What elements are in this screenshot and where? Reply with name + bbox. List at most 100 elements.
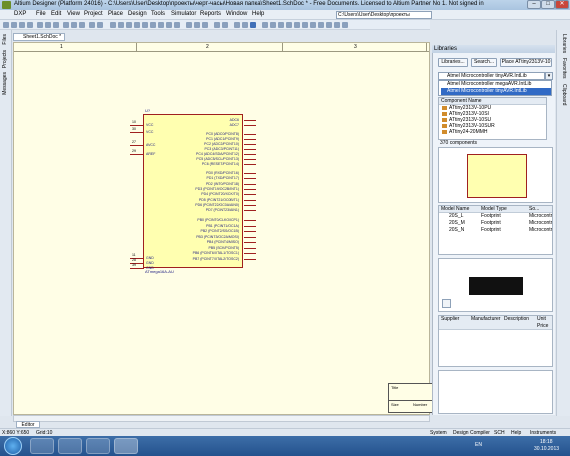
pin-line[interactable] bbox=[244, 194, 256, 196]
dropdown-item-tinyavr[interactable]: Atmel Microcontroller tinyAVR.IntLib bbox=[441, 88, 551, 95]
tab-files[interactable]: Files bbox=[2, 34, 8, 45]
chevron-down-icon[interactable]: ▾ bbox=[545, 72, 553, 80]
bus-entry-icon[interactable] bbox=[278, 22, 284, 28]
col-supplier[interactable]: Supplier bbox=[439, 316, 469, 329]
part-icon[interactable] bbox=[150, 22, 156, 28]
library-select[interactable]: Atmel Microcontroller tinyAVR.IntLib bbox=[438, 72, 545, 80]
pin-line[interactable] bbox=[244, 173, 256, 174]
menu-simulator[interactable]: Simulator bbox=[171, 11, 196, 17]
pin-line[interactable] bbox=[244, 199, 256, 201]
no-erc-icon[interactable] bbox=[174, 22, 180, 28]
gnd-icon[interactable] bbox=[294, 22, 300, 28]
save-icon[interactable] bbox=[19, 22, 25, 28]
table-row[interactable]: 20S_L Footprint Microcontr bbox=[439, 213, 552, 220]
close-button[interactable]: ✕ bbox=[555, 0, 569, 9]
pin-line[interactable] bbox=[244, 149, 256, 150]
open-icon[interactable] bbox=[11, 22, 17, 28]
pin-line[interactable] bbox=[244, 236, 256, 238]
path-input[interactable]: C:\Users\User\Desktop\проекты bbox=[336, 11, 432, 19]
pin-line[interactable] bbox=[244, 144, 256, 145]
start-button[interactable] bbox=[4, 437, 22, 455]
redo-icon[interactable] bbox=[97, 22, 103, 28]
wire-icon[interactable] bbox=[110, 22, 116, 28]
pin-line[interactable] bbox=[244, 225, 256, 227]
pin-line[interactable] bbox=[244, 120, 256, 121]
pin-line[interactable] bbox=[244, 204, 256, 206]
highlight-icon[interactable] bbox=[250, 22, 256, 28]
media-player-taskbar-icon[interactable] bbox=[58, 438, 82, 454]
paste-icon[interactable] bbox=[79, 22, 85, 28]
col-model-type[interactable]: Model Type bbox=[479, 206, 527, 212]
pin-line[interactable] bbox=[244, 178, 256, 180]
compile-icon[interactable] bbox=[222, 22, 228, 28]
menu-file[interactable]: File bbox=[36, 11, 46, 17]
menu-help[interactable]: Help bbox=[252, 11, 264, 17]
pin-line[interactable] bbox=[244, 188, 256, 190]
pin-line[interactable] bbox=[130, 268, 144, 269]
pin-line[interactable] bbox=[244, 247, 256, 249]
pin-line[interactable] bbox=[244, 154, 256, 155]
port-icon[interactable] bbox=[166, 22, 172, 28]
minimize-button[interactable]: – bbox=[527, 0, 541, 9]
pin-line[interactable] bbox=[244, 183, 256, 185]
table-row[interactable]: 20S_N Footprint Microcontr bbox=[439, 227, 552, 234]
skype-taskbar-icon[interactable] bbox=[86, 438, 110, 454]
ground-icon[interactable] bbox=[142, 22, 148, 28]
pin-line[interactable] bbox=[244, 159, 256, 160]
sheet-entry-icon[interactable] bbox=[326, 22, 332, 28]
pin-line[interactable] bbox=[244, 210, 256, 212]
menu-project[interactable]: Project bbox=[84, 11, 103, 17]
power-port-icon[interactable] bbox=[134, 22, 140, 28]
port-place-icon[interactable] bbox=[334, 22, 340, 28]
sheet-symbol-icon[interactable] bbox=[158, 22, 164, 28]
pin-line[interactable] bbox=[244, 253, 256, 254]
pin-line[interactable] bbox=[130, 125, 144, 126]
pin-line[interactable] bbox=[130, 145, 144, 146]
pin-line[interactable] bbox=[244, 164, 256, 165]
horizontal-scrollbar[interactable] bbox=[13, 415, 430, 422]
col-unit-price[interactable]: Unit Price bbox=[535, 316, 552, 329]
line-icon[interactable] bbox=[234, 22, 240, 28]
new-icon[interactable] bbox=[3, 22, 9, 28]
pin-line[interactable] bbox=[130, 154, 144, 155]
pin-line[interactable] bbox=[244, 139, 256, 140]
dropdown-item-megaavr[interactable]: Atmel Microcontroller megaAVR.IntLib bbox=[441, 81, 551, 88]
wire-draw-icon[interactable] bbox=[262, 22, 268, 28]
language-indicator[interactable]: EN bbox=[475, 442, 482, 448]
menu-edit[interactable]: Edit bbox=[51, 11, 61, 17]
component-body[interactable]: 10 VCC 30 VCC 27 AVCC 29 AREF 11 GND 28 GND 39 GND ADC… bbox=[130, 114, 256, 270]
menu-tools[interactable]: Tools bbox=[151, 11, 165, 17]
libraries-button[interactable]: Libraries... bbox=[438, 58, 468, 67]
pin-line[interactable] bbox=[244, 231, 256, 232]
text-icon[interactable] bbox=[242, 22, 248, 28]
menu-design[interactable]: Design bbox=[128, 11, 147, 17]
no-connect-icon[interactable] bbox=[342, 22, 348, 28]
move-icon[interactable] bbox=[202, 22, 208, 28]
component-list-header[interactable]: Component Name bbox=[439, 98, 546, 105]
cross-probe-icon[interactable] bbox=[214, 22, 220, 28]
list-item[interactable]: ATtiny24-20MMH bbox=[439, 129, 546, 135]
net-label-icon[interactable] bbox=[126, 22, 132, 28]
col-source[interactable]: So... bbox=[527, 206, 552, 212]
table-row[interactable]: 20S_M Footprint Microcontr bbox=[439, 220, 552, 227]
editor-tab[interactable]: Editor bbox=[16, 421, 40, 428]
select-icon[interactable] bbox=[194, 22, 200, 28]
col-model-name[interactable]: Model Name bbox=[439, 206, 479, 212]
pin-line[interactable] bbox=[130, 132, 144, 133]
menu-place[interactable]: Place bbox=[108, 11, 123, 17]
tab-projects[interactable]: Projects bbox=[2, 50, 8, 68]
bus-draw-icon[interactable] bbox=[270, 22, 276, 28]
maximize-button[interactable]: □ bbox=[541, 0, 555, 9]
tab-messages[interactable]: Messages bbox=[2, 72, 8, 95]
menu-reports[interactable]: Reports bbox=[200, 11, 221, 17]
align-icon[interactable] bbox=[186, 22, 192, 28]
3d-view-icon[interactable] bbox=[442, 299, 451, 308]
net-icon[interactable] bbox=[286, 22, 292, 28]
bus-icon[interactable] bbox=[118, 22, 124, 28]
tab-favorites[interactable]: Favorites bbox=[561, 58, 567, 79]
document-tab[interactable]: Sheet1.SchDoc * bbox=[13, 33, 65, 41]
menu-view[interactable]: View bbox=[67, 11, 80, 17]
pin-line[interactable] bbox=[244, 134, 256, 135]
undo-icon[interactable] bbox=[89, 22, 95, 28]
zoom-in-icon[interactable] bbox=[37, 22, 43, 28]
